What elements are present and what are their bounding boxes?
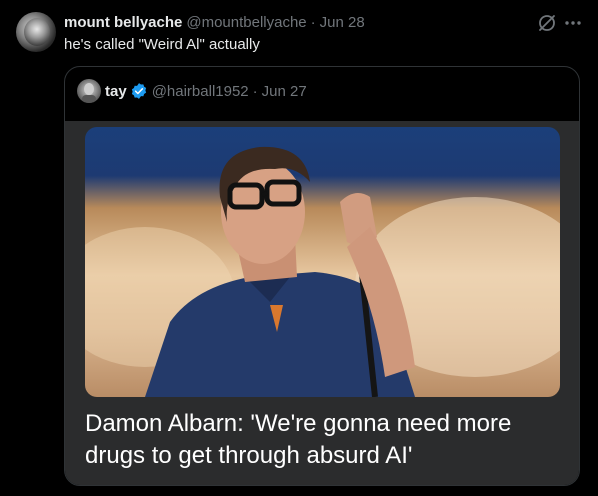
avatar-icon: [24, 18, 50, 46]
more-icon[interactable]: [562, 12, 584, 34]
tweet-date[interactable]: Jun 28: [320, 14, 365, 31]
card-headline[interactable]: Damon Albarn: 'We're gonna need more dru…: [85, 408, 565, 472]
quoted-display-name[interactable]: tay: [105, 83, 127, 100]
quoted-avatar[interactable]: [77, 79, 101, 103]
card-photo: [85, 127, 560, 397]
tweet-text: he's called "Weird Al" actually: [64, 36, 260, 53]
quoted-avatar-icon: [82, 83, 96, 103]
user-handle[interactable]: @mountbellyache: [186, 14, 306, 31]
quoted-date[interactable]: Jun 27: [262, 83, 307, 100]
display-name[interactable]: mount bellyache: [64, 14, 182, 31]
verified-badge-icon: [131, 83, 146, 99]
quoted-separator-dot: ·: [252, 82, 258, 100]
grok-icon[interactable]: [536, 12, 558, 34]
avatar[interactable]: [16, 12, 56, 52]
tweet[interactable]: mount bellyache @mountbellyache · Jun 28…: [0, 0, 598, 496]
link-card[interactable]: Damon Albarn: 'We're gonna need more dru…: [65, 121, 579, 485]
concert-photo: [85, 146, 560, 397]
separator-dot: ·: [310, 13, 316, 31]
quoted-tweet[interactable]: tay @hairball1952 · Jun 27 Damon Albarn:…: [64, 66, 580, 486]
quoted-handle[interactable]: @hairball1952: [152, 83, 249, 100]
quoted-header: tay @hairball1952 · Jun 27: [105, 79, 307, 103]
tweet-header: mount bellyache @mountbellyache · Jun 28: [64, 12, 365, 32]
